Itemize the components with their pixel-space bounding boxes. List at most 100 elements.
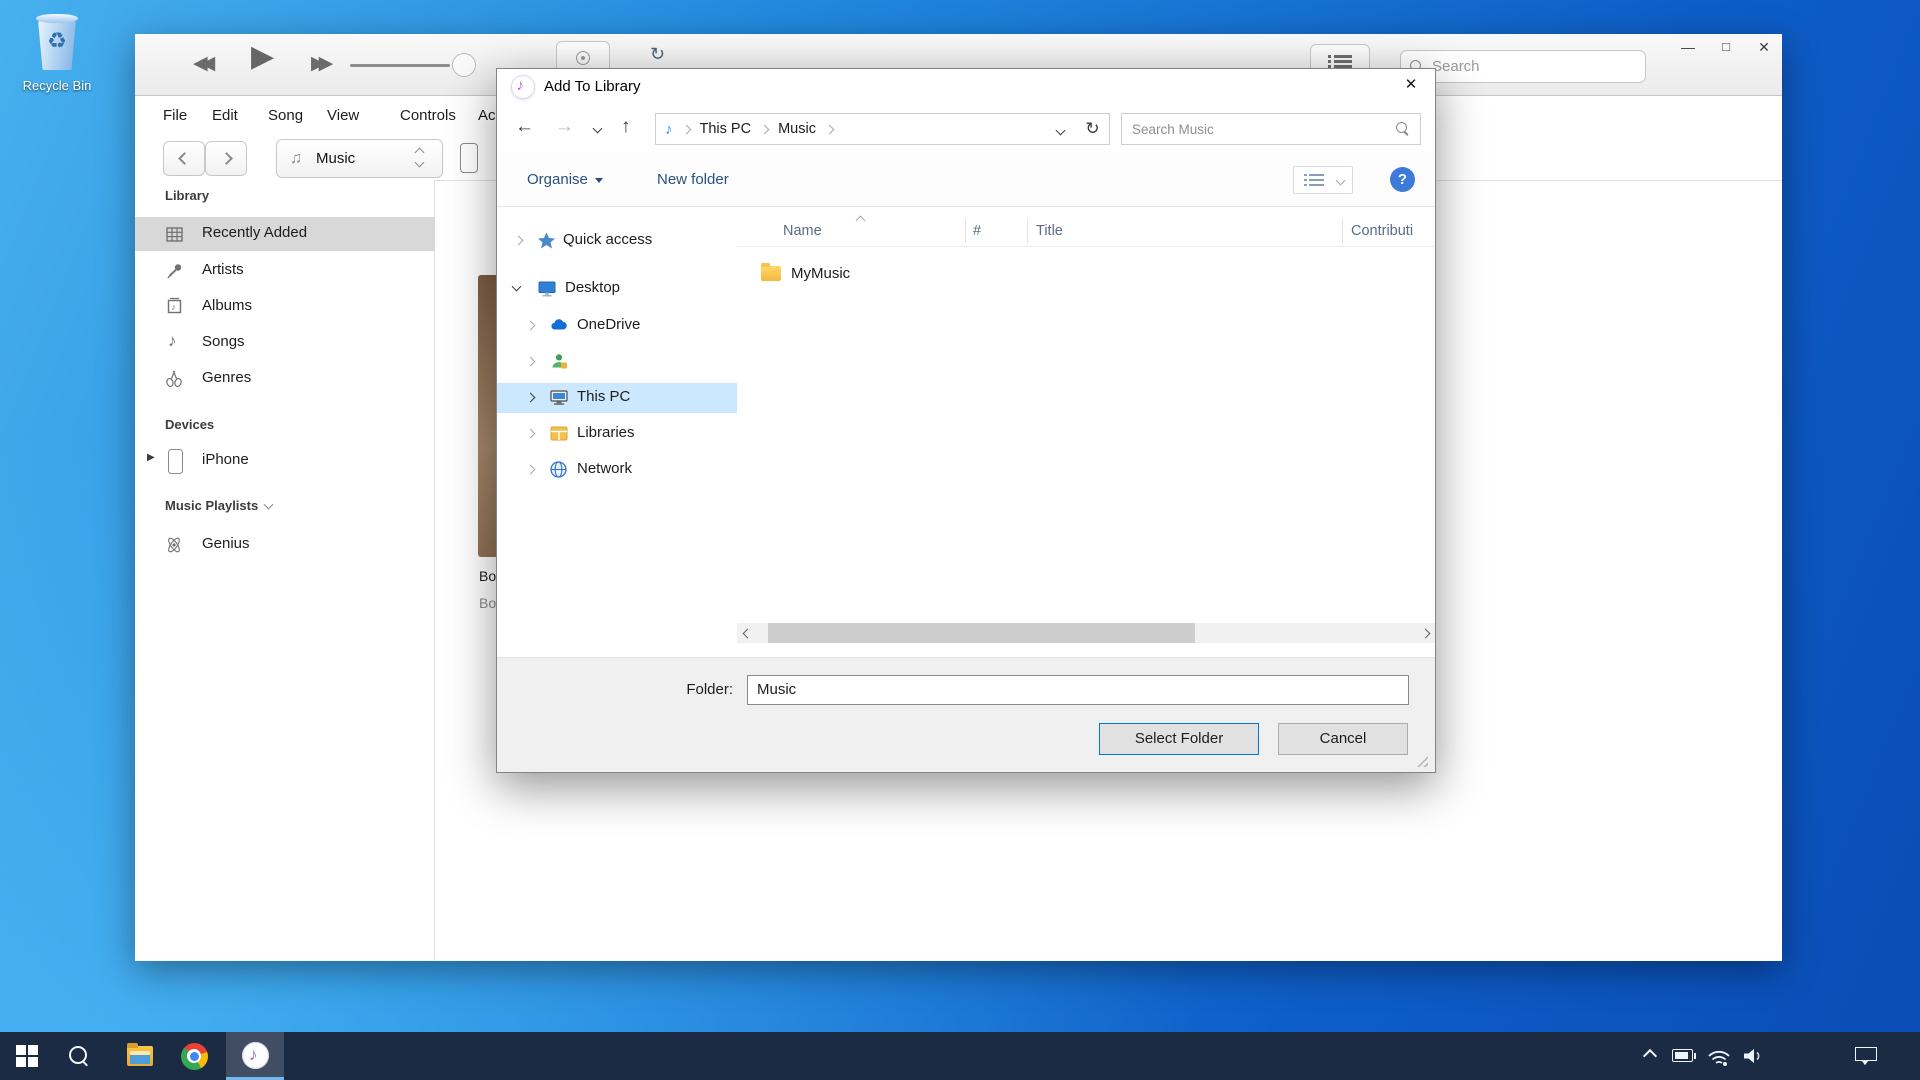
- sidebar-header-playlists[interactable]: Music Playlists: [165, 498, 272, 513]
- media-picker[interactable]: ♫ Music: [276, 139, 443, 178]
- help-button[interactable]: ?: [1390, 167, 1415, 192]
- folder-name-input[interactable]: Music: [747, 675, 1409, 705]
- new-folder-button[interactable]: New folder: [657, 153, 729, 206]
- dialog-titlebar[interactable]: ♪ Add To Library ✕: [497, 69, 1435, 105]
- sidebar-item-artists[interactable]: Artists: [135, 254, 435, 288]
- chevron-right-icon[interactable]: [526, 357, 536, 367]
- menu-song[interactable]: Song: [268, 96, 303, 135]
- breadcrumb-this-pc[interactable]: This PC: [700, 121, 752, 137]
- breadcrumb-separator-icon: [825, 124, 835, 134]
- tree-item-label: Network: [577, 460, 632, 477]
- search-icon: [68, 1045, 90, 1067]
- taskbar-search-button[interactable]: [55, 1032, 103, 1080]
- sync-refresh-icon: ↻: [650, 44, 665, 65]
- device-iphone-icon[interactable]: [460, 143, 478, 173]
- forward-button[interactable]: [205, 141, 247, 176]
- column-header-title[interactable]: Title: [1036, 223, 1063, 239]
- sidebar-item-iphone[interactable]: ▶ iPhone: [135, 444, 435, 478]
- maximize-button[interactable]: □: [1709, 34, 1743, 60]
- recycle-bin-shortcut[interactable]: ♻ Recycle Bin: [18, 12, 96, 108]
- action-center-button[interactable]: [1855, 1047, 1877, 1065]
- scroll-left-button[interactable]: [737, 623, 757, 643]
- taskbar-file-explorer[interactable]: [116, 1032, 164, 1080]
- tree-item-user[interactable]: [497, 347, 737, 377]
- chevron-right-icon[interactable]: [526, 321, 536, 331]
- list-item-mymusic[interactable]: MyMusic: [761, 259, 1061, 287]
- column-divider[interactable]: [965, 219, 966, 243]
- column-divider[interactable]: [1027, 219, 1028, 243]
- resize-grip[interactable]: [1413, 752, 1428, 767]
- battery-status[interactable]: [1672, 1049, 1696, 1062]
- refresh-button[interactable]: ↻: [1076, 113, 1110, 145]
- menu-edit[interactable]: Edit: [212, 96, 238, 135]
- network-status[interactable]: [1706, 1048, 1732, 1066]
- atom-icon: [164, 535, 184, 555]
- nav-forward-button[interactable]: →: [555, 116, 574, 138]
- sidebar-item-songs[interactable]: ♪ Songs: [135, 326, 435, 360]
- dialog-search-box[interactable]: Search Music: [1121, 113, 1421, 145]
- back-button[interactable]: [163, 141, 205, 176]
- tree-item-onedrive[interactable]: OneDrive: [497, 311, 737, 341]
- select-folder-button[interactable]: Select Folder: [1099, 723, 1259, 755]
- music-note-icon: ♪: [665, 121, 673, 138]
- view-options-button[interactable]: [1293, 166, 1353, 194]
- breadcrumb-music[interactable]: Music: [778, 121, 816, 137]
- address-bar[interactable]: ♪ This PC Music: [655, 113, 1077, 145]
- music-note-icon: ♫: [290, 150, 302, 168]
- dialog-close-button[interactable]: ✕: [1389, 69, 1433, 101]
- column-divider[interactable]: [1342, 219, 1343, 243]
- column-header-contributing[interactable]: Contributi: [1351, 223, 1413, 239]
- minimize-button[interactable]: —: [1671, 34, 1705, 60]
- guitars-icon: [164, 369, 184, 388]
- address-dropdown-chevron[interactable]: [1056, 126, 1066, 136]
- volume-knob[interactable]: [452, 53, 476, 77]
- tray-expand-button[interactable]: [1636, 1032, 1664, 1080]
- play-button[interactable]: ▶: [251, 39, 274, 74]
- start-button[interactable]: [3, 1032, 51, 1080]
- fast-forward-button[interactable]: ▶▶: [311, 52, 325, 75]
- tree-item-network[interactable]: Network: [497, 455, 737, 485]
- sort-ascending-icon: [856, 216, 866, 226]
- taskbar-chrome[interactable]: [170, 1032, 218, 1080]
- tree-item-quick-access[interactable]: Quick access: [497, 226, 737, 256]
- sidebar-item-genius[interactable]: Genius: [135, 528, 435, 562]
- sidebar-item-label: iPhone: [202, 451, 249, 468]
- itunes-icon: ♪: [242, 1042, 269, 1069]
- tree-item-this-pc[interactable]: This PC: [497, 383, 737, 413]
- column-header-number[interactable]: #: [973, 223, 981, 239]
- column-header-name[interactable]: Name: [783, 223, 822, 239]
- list-item-name: MyMusic: [791, 265, 850, 282]
- itunes-search-box[interactable]: Search: [1400, 50, 1646, 83]
- nav-up-button[interactable]: ↑: [621, 116, 631, 138]
- organise-button[interactable]: Organise: [527, 153, 603, 206]
- nav-history-chevron[interactable]: [593, 124, 603, 134]
- network-icon: [549, 460, 568, 479]
- scrollbar-thumb[interactable]: [768, 623, 1195, 643]
- sidebar-item-label: Songs: [202, 333, 245, 350]
- microphone-icon: [165, 262, 184, 281]
- nav-back-button[interactable]: ←: [515, 116, 534, 138]
- chevron-right-icon[interactable]: [526, 429, 536, 439]
- chevron-right-icon[interactable]: [526, 465, 536, 475]
- tree-item-libraries[interactable]: Libraries: [497, 419, 737, 449]
- chevron-expanded-icon[interactable]: [512, 282, 522, 292]
- volume-status[interactable]: [1742, 1047, 1766, 1065]
- cancel-button[interactable]: Cancel: [1278, 723, 1408, 755]
- scroll-right-button[interactable]: [1415, 623, 1435, 643]
- rewind-button[interactable]: ◀◀: [193, 52, 207, 75]
- close-button[interactable]: ✕: [1747, 34, 1781, 60]
- expand-triangle-icon[interactable]: ▶: [147, 452, 155, 463]
- menu-view[interactable]: View: [327, 96, 359, 135]
- star-icon: [537, 231, 556, 250]
- sidebar-item-genres[interactable]: Genres: [135, 362, 435, 396]
- sidebar-item-albums[interactable]: ♪ Albums: [135, 290, 435, 324]
- chevron-right-icon[interactable]: [514, 236, 524, 246]
- horizontal-scrollbar[interactable]: [737, 623, 1435, 643]
- menu-controls[interactable]: Controls: [400, 96, 456, 135]
- taskbar-itunes-active[interactable]: ♪: [226, 1032, 284, 1080]
- volume-slider[interactable]: [350, 64, 450, 67]
- tree-item-desktop[interactable]: Desktop: [497, 274, 737, 304]
- menu-file[interactable]: File: [163, 96, 187, 135]
- chevron-right-icon[interactable]: [526, 393, 536, 403]
- sidebar-item-recently-added[interactable]: Recently Added: [135, 217, 435, 251]
